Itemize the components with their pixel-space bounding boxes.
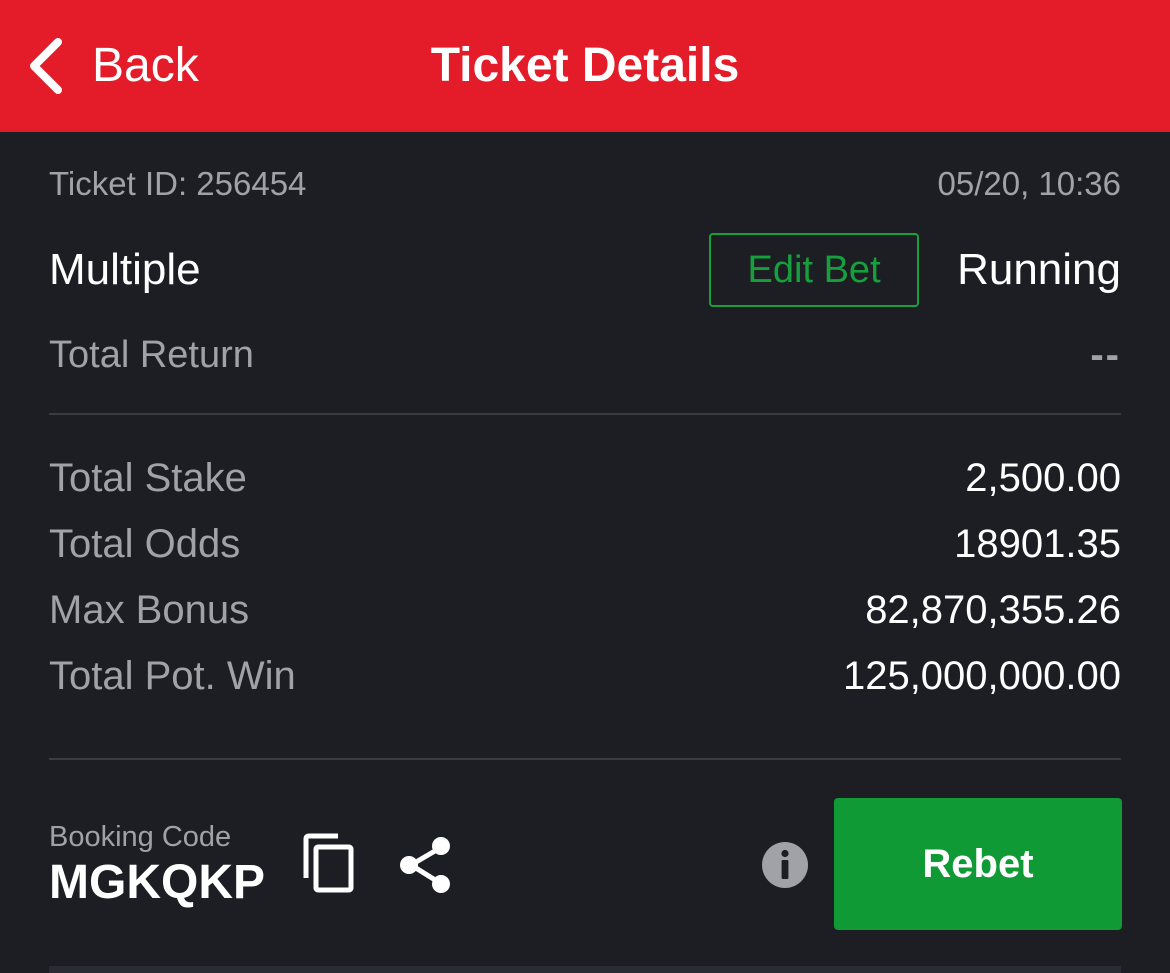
bet-status-group: Edit Bet Running <box>709 233 1121 307</box>
rebet-button[interactable]: Rebet <box>834 798 1122 930</box>
divider <box>49 758 1121 760</box>
top-bar: Back Ticket Details <box>0 0 1170 132</box>
stat-row-total-odds: Total Odds 18901.35 <box>49 514 1121 574</box>
share-icon[interactable] <box>398 836 454 894</box>
bet-type: Multiple <box>49 245 201 294</box>
stat-label: Max Bonus <box>49 587 250 632</box>
stat-value: 2,500.00 <box>965 455 1121 500</box>
total-return-value: -- <box>1090 332 1121 377</box>
panel-bottom-edge <box>49 966 1121 973</box>
stat-value: 82,870,355.26 <box>865 587 1121 632</box>
bet-type-row: Multiple Edit Bet Running <box>49 232 1121 308</box>
stat-label: Total Pot. Win <box>49 653 296 698</box>
edit-bet-button[interactable]: Edit Bet <box>709 233 920 307</box>
total-return-row: Total Return -- <box>49 330 1121 380</box>
copy-icon[interactable] <box>300 832 356 894</box>
ticket-id: Ticket ID: 256454 <box>49 165 307 202</box>
stat-row-total-pot-win: Total Pot. Win 125,000,000.00 <box>49 646 1121 706</box>
page-title: Ticket Details <box>430 39 740 92</box>
info-icon[interactable] <box>762 842 808 888</box>
stat-row-total-stake: Total Stake 2,500.00 <box>49 448 1121 508</box>
total-return-label: Total Return <box>49 333 254 376</box>
divider <box>49 413 1121 415</box>
ticket-meta-row: Ticket ID: 256454 05/20, 10:36 <box>49 162 1121 206</box>
stat-value: 125,000,000.00 <box>842 653 1121 698</box>
stat-value: 18901.35 <box>954 521 1121 566</box>
ticket-details-panel: Ticket ID: 256454 05/20, 10:36 Multiple … <box>0 132 1170 973</box>
stat-label: Total Odds <box>49 521 241 566</box>
stat-label: Total Stake <box>49 455 247 500</box>
stat-row-max-bonus: Max Bonus 82,870,355.26 <box>49 580 1121 640</box>
booking-code-value: MGKQKP <box>49 856 265 909</box>
booking-code-label: Booking Code <box>49 821 232 853</box>
bet-status: Running <box>957 245 1121 294</box>
ticket-datetime: 05/20, 10:36 <box>937 165 1122 202</box>
booking-code-block: Booking Code MGKQKP <box>49 820 265 912</box>
